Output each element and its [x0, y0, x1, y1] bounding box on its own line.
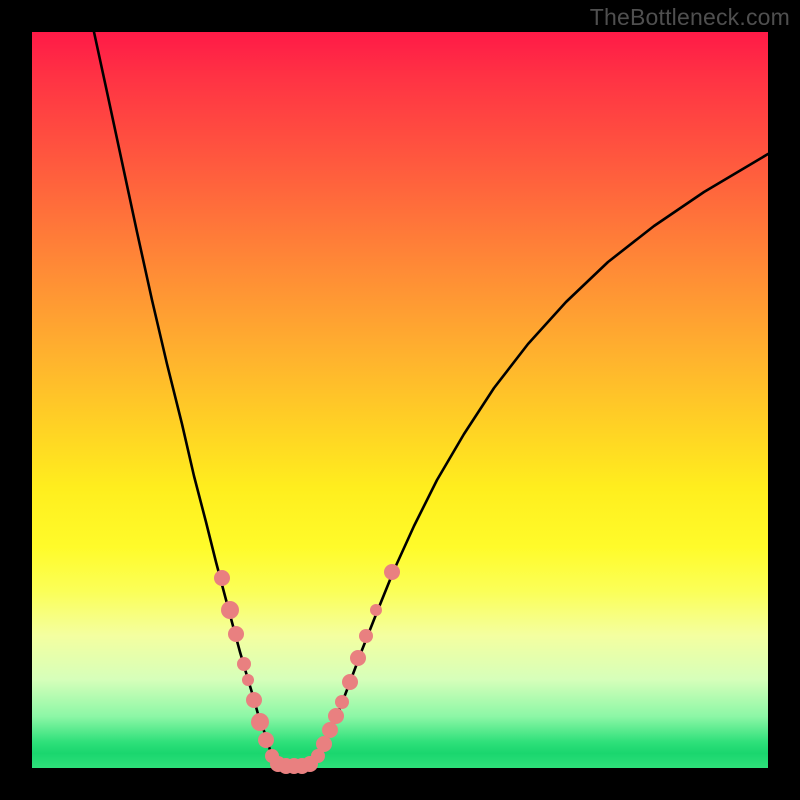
- right-marker: [384, 564, 400, 580]
- data-markers: [214, 564, 400, 774]
- curve-right-branch: [315, 154, 768, 762]
- bottleneck-curve: [94, 32, 768, 767]
- watermark-text: TheBottleneck.com: [590, 4, 790, 31]
- left-marker: [228, 626, 244, 642]
- chart-svg: [32, 32, 768, 768]
- right-marker: [350, 650, 366, 666]
- right-marker: [370, 604, 382, 616]
- chart-frame: TheBottleneck.com: [0, 0, 800, 800]
- plot-area: [32, 32, 768, 768]
- right-marker: [322, 722, 338, 738]
- right-marker: [328, 708, 344, 724]
- right-marker: [316, 736, 332, 752]
- left-marker: [214, 570, 230, 586]
- right-marker: [342, 674, 358, 690]
- right-marker: [335, 695, 349, 709]
- left-marker: [246, 692, 262, 708]
- left-marker: [237, 657, 251, 671]
- left-marker: [221, 601, 239, 619]
- left-marker: [258, 732, 274, 748]
- right-marker: [359, 629, 373, 643]
- curve-left-branch: [94, 32, 275, 762]
- left-marker: [251, 713, 269, 731]
- left-marker: [242, 674, 254, 686]
